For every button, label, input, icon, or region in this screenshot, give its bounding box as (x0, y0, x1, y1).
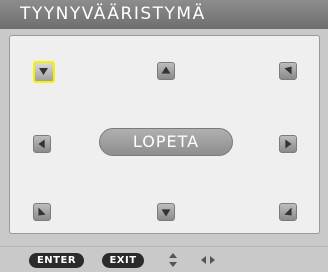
middle-left-adjust-button[interactable] (33, 135, 51, 153)
top-right-adjust-button[interactable] (279, 62, 297, 80)
bottom-right-adjust-button[interactable] (279, 203, 297, 221)
triangle-up-left-icon (284, 207, 292, 216)
triangle-down-icon (161, 209, 171, 217)
top-left-adjust-button[interactable] (33, 61, 55, 83)
key-hint-bar: ENTER EXIT (0, 246, 328, 272)
bottom-center-adjust-button[interactable] (157, 203, 175, 221)
exit-key-hint: EXIT (102, 253, 144, 268)
lopeta-button[interactable]: LOPETA (99, 128, 233, 156)
triangle-down-left-icon (284, 66, 292, 75)
left-right-arrows-icon (201, 256, 215, 264)
menu-title: TYYNYVÄÄRISTYMÄ (20, 4, 206, 24)
triangle-up-right-icon (38, 207, 46, 216)
triangle-up-icon (161, 66, 171, 74)
triangle-down-right-icon (39, 68, 48, 75)
title-bar: TYYNYVÄÄRISTYMÄ (0, 0, 328, 29)
triangle-left-icon (38, 139, 45, 149)
adjust-panel: LOPETA (9, 35, 320, 234)
menu-window: TYYNYVÄÄRISTYMÄ LOPETA ENTER EXIT (0, 0, 328, 272)
top-center-adjust-button[interactable] (157, 62, 175, 80)
up-down-arrows-icon (169, 253, 177, 267)
triangle-right-icon (285, 139, 292, 149)
enter-key-hint: ENTER (29, 253, 84, 268)
middle-right-adjust-button[interactable] (279, 135, 297, 153)
bottom-left-adjust-button[interactable] (33, 203, 51, 221)
